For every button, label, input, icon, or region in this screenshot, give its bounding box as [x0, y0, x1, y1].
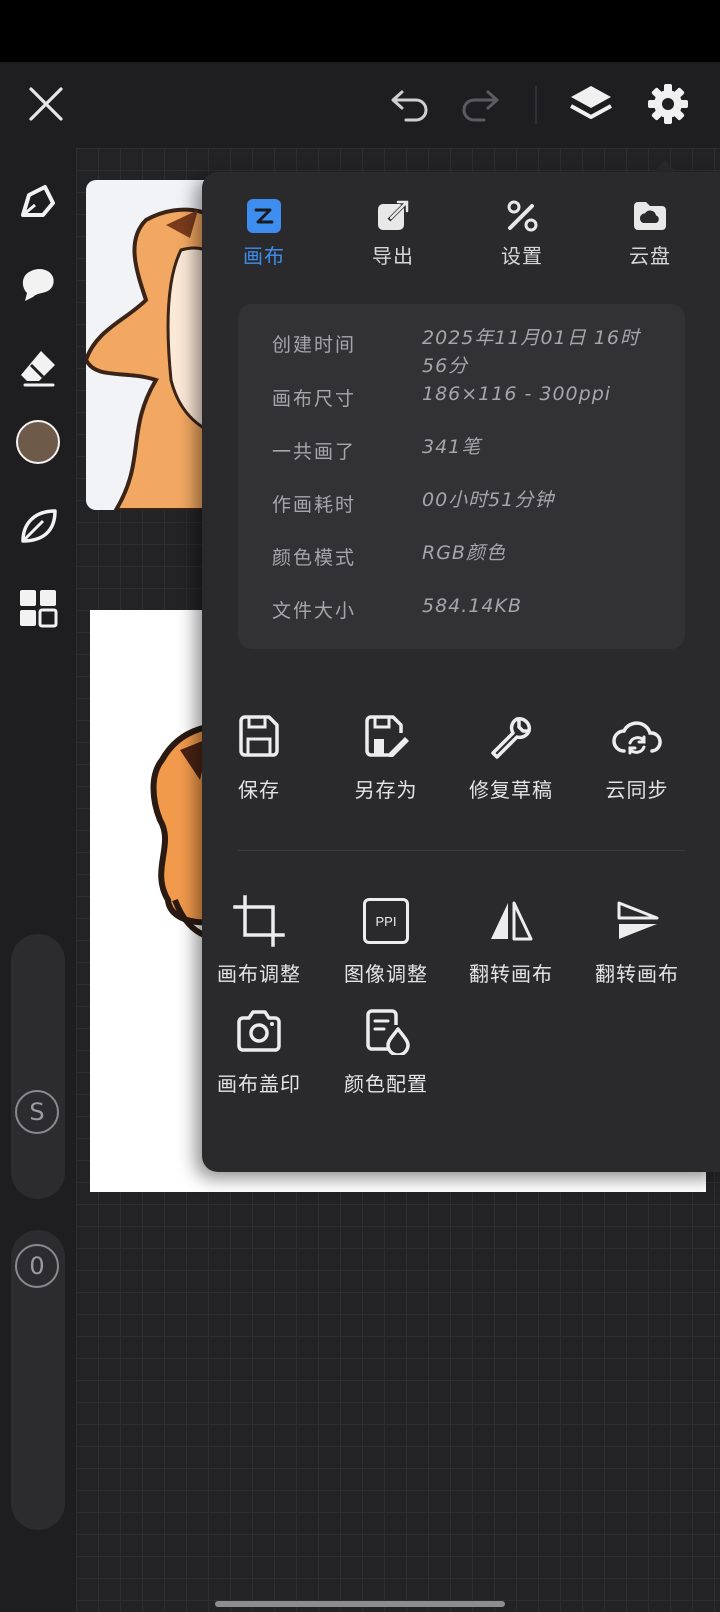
- pen-tool-icon[interactable]: [14, 178, 62, 226]
- status-bar: [0, 0, 720, 62]
- color-swatch[interactable]: [14, 418, 62, 466]
- tool-sidebar: S 0: [0, 148, 76, 1612]
- cloud-drive-icon: [604, 196, 696, 236]
- flip-canvas-vertical-button[interactable]: 翻转画布: [578, 892, 696, 987]
- flip-vertical-icon: [578, 892, 696, 950]
- canvas-settings-panel: 画布 导出 设置 云盘 创建时间 2025年11月01日 16时56分 画布尺寸…: [202, 172, 720, 1172]
- canvas-stamp-button[interactable]: 画布盖印: [200, 1002, 318, 1097]
- image-adjust-button[interactable]: PPI 图像调整: [327, 892, 445, 987]
- home-indicator: [215, 1601, 505, 1607]
- save-button[interactable]: 保存: [200, 708, 318, 803]
- cloud-sync-button[interactable]: 云同步: [578, 708, 696, 803]
- opacity-indicator[interactable]: 0: [15, 1244, 59, 1288]
- tab-cloud-drive[interactable]: 云盘: [604, 196, 696, 272]
- size-indicator[interactable]: S: [15, 1090, 59, 1134]
- flip-canvas-horizontal-button[interactable]: 翻转画布: [452, 892, 570, 987]
- undo-icon[interactable]: [382, 76, 438, 132]
- canvas-icon: [218, 196, 310, 236]
- toolbar-separator: [535, 86, 537, 124]
- layers-icon[interactable]: [563, 76, 619, 132]
- color-profile-icon: [327, 1002, 445, 1060]
- color-config-button[interactable]: 颜色配置: [327, 1002, 445, 1097]
- canvas-adjust-button[interactable]: 画布调整: [200, 892, 318, 987]
- save-icon: [200, 708, 318, 766]
- smudge-tool-icon[interactable]: [14, 260, 62, 308]
- save-as-button[interactable]: 另存为: [327, 708, 445, 803]
- gear-icon[interactable]: [640, 76, 696, 132]
- canvas-info-card: 创建时间 2025年11月01日 16时56分 画布尺寸 186×116 - 3…: [238, 304, 685, 649]
- repair-draft-button[interactable]: 修复草稿: [452, 708, 570, 803]
- tools-icon: [476, 196, 568, 236]
- export-icon: [347, 196, 439, 236]
- top-toolbar: [0, 62, 720, 148]
- save-as-icon: [327, 708, 445, 766]
- tab-canvas[interactable]: 画布: [218, 196, 310, 272]
- flip-horizontal-icon: [452, 892, 570, 950]
- leaf-brush-icon[interactable]: [14, 502, 62, 550]
- tab-export[interactable]: 导出: [347, 196, 439, 272]
- close-icon[interactable]: [18, 76, 74, 132]
- actions-divider: [238, 850, 685, 851]
- redo-icon[interactable]: [452, 76, 508, 132]
- eraser-icon[interactable]: [14, 344, 62, 392]
- tab-settings[interactable]: 设置: [476, 196, 568, 272]
- crop-icon: [200, 892, 318, 950]
- cloud-sync-icon: [578, 708, 696, 766]
- grid-menu-icon[interactable]: [14, 584, 62, 632]
- camera-icon: [200, 1002, 318, 1060]
- wrench-icon: [452, 708, 570, 766]
- ppi-icon: PPI: [327, 892, 445, 950]
- brush-size-slider[interactable]: [11, 934, 65, 1199]
